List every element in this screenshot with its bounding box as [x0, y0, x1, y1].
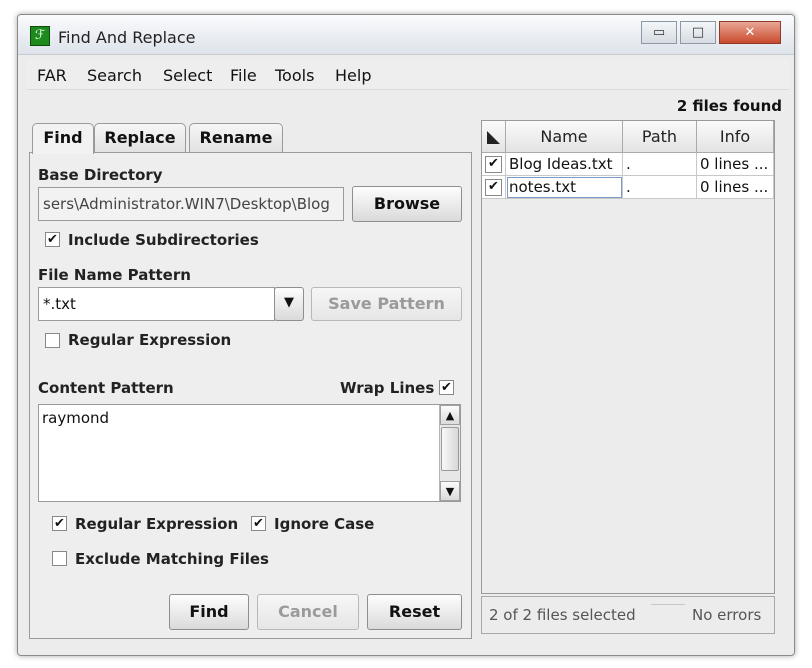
browse-button[interactable]: Browse: [352, 186, 462, 222]
wrap-lines-checkbox[interactable]: ✔: [439, 380, 454, 395]
tab-find[interactable]: Find: [32, 123, 94, 154]
close-button[interactable]: ✕: [719, 21, 781, 44]
menu-file[interactable]: File: [230, 66, 257, 85]
reset-button[interactable]: Reset: [367, 594, 462, 630]
maximize-icon: □: [691, 25, 705, 40]
tab-rename[interactable]: Rename: [189, 123, 283, 153]
menu-search[interactable]: Search: [87, 66, 142, 85]
content-pattern-textarea[interactable]: raymond: [38, 404, 461, 502]
maximize-button[interactable]: □: [680, 21, 716, 44]
cancel-button[interactable]: Cancel: [257, 594, 359, 630]
find-button[interactable]: Find: [169, 594, 249, 630]
files-found-status: 2 files found: [676, 97, 782, 115]
table-row[interactable]: ✔: [482, 176, 506, 199]
far-app-icon: ℱ: [30, 26, 50, 46]
row-info-cell[interactable]: 0 lines ...: [697, 176, 774, 199]
minimize-icon: ▭: [652, 25, 666, 40]
close-icon: ✕: [744, 25, 756, 40]
wrap-lines-label: Wrap Lines: [340, 379, 435, 397]
tab-replace[interactable]: Replace: [94, 123, 186, 153]
row-checkbox[interactable]: ✔: [485, 156, 502, 173]
menu-far[interactable]: FAR: [37, 66, 67, 85]
include-subdirectories-checkbox[interactable]: ✔: [45, 232, 60, 247]
select-all-corner[interactable]: [482, 121, 506, 153]
base-directory-field[interactable]: sers\Administrator.WIN7\Desktop\Blog: [38, 187, 344, 221]
column-header-info[interactable]: Info: [697, 121, 774, 153]
filename-regex-checkbox[interactable]: [45, 333, 60, 348]
content-regex-checkbox[interactable]: ✔: [52, 516, 67, 531]
select-all-icon: [487, 131, 500, 144]
menu-help[interactable]: Help: [335, 66, 371, 85]
filename-regex-label: Regular Expression: [68, 331, 232, 349]
file-name-pattern-label: File Name Pattern: [38, 266, 191, 284]
row-path-cell[interactable]: .: [623, 176, 697, 199]
exclude-matching-label: Exclude Matching Files: [75, 550, 269, 568]
menu-tools[interactable]: Tools: [275, 66, 314, 85]
content-pattern-label: Content Pattern: [38, 379, 174, 397]
table-row[interactable]: ✔: [482, 153, 506, 176]
include-subdirectories-label: Include Subdirectories: [68, 231, 259, 249]
ignore-case-label: Ignore Case: [274, 515, 375, 533]
file-name-pattern-input[interactable]: *.txt: [38, 287, 275, 321]
chevron-down-icon: ▼: [284, 295, 294, 310]
exclude-matching-checkbox[interactable]: [52, 551, 67, 566]
ignore-case-checkbox[interactable]: ✔: [251, 516, 266, 531]
row-info-cell[interactable]: 0 lines ...: [697, 153, 774, 176]
status-divider: [651, 604, 685, 605]
scroll-down-icon[interactable]: ▼: [440, 481, 460, 501]
save-pattern-button[interactable]: Save Pattern: [311, 287, 462, 321]
selected-count-status: 2 of 2 files selected: [489, 606, 636, 624]
error-status: No errors: [692, 606, 762, 624]
column-header-path[interactable]: Path: [623, 121, 697, 153]
content-regex-label: Regular Expression: [75, 515, 239, 533]
scroll-up-icon[interactable]: ▲: [440, 405, 460, 425]
column-header-name[interactable]: Name: [506, 121, 623, 153]
content-pattern-text: raymond: [42, 409, 110, 427]
menu-select[interactable]: Select: [163, 66, 212, 85]
base-directory-label: Base Directory: [38, 166, 163, 184]
row-path-cell[interactable]: .: [623, 153, 697, 176]
window-title: Find And Replace: [58, 28, 196, 47]
row-name-cell[interactable]: Blog Ideas.txt: [506, 153, 623, 176]
scroll-thumb[interactable]: [441, 427, 459, 471]
row-checkbox[interactable]: ✔: [485, 179, 502, 196]
minimize-button[interactable]: ▭: [641, 21, 677, 44]
pattern-dropdown-button[interactable]: ▼: [274, 287, 304, 321]
row-name-cell[interactable]: notes.txt: [506, 176, 623, 199]
